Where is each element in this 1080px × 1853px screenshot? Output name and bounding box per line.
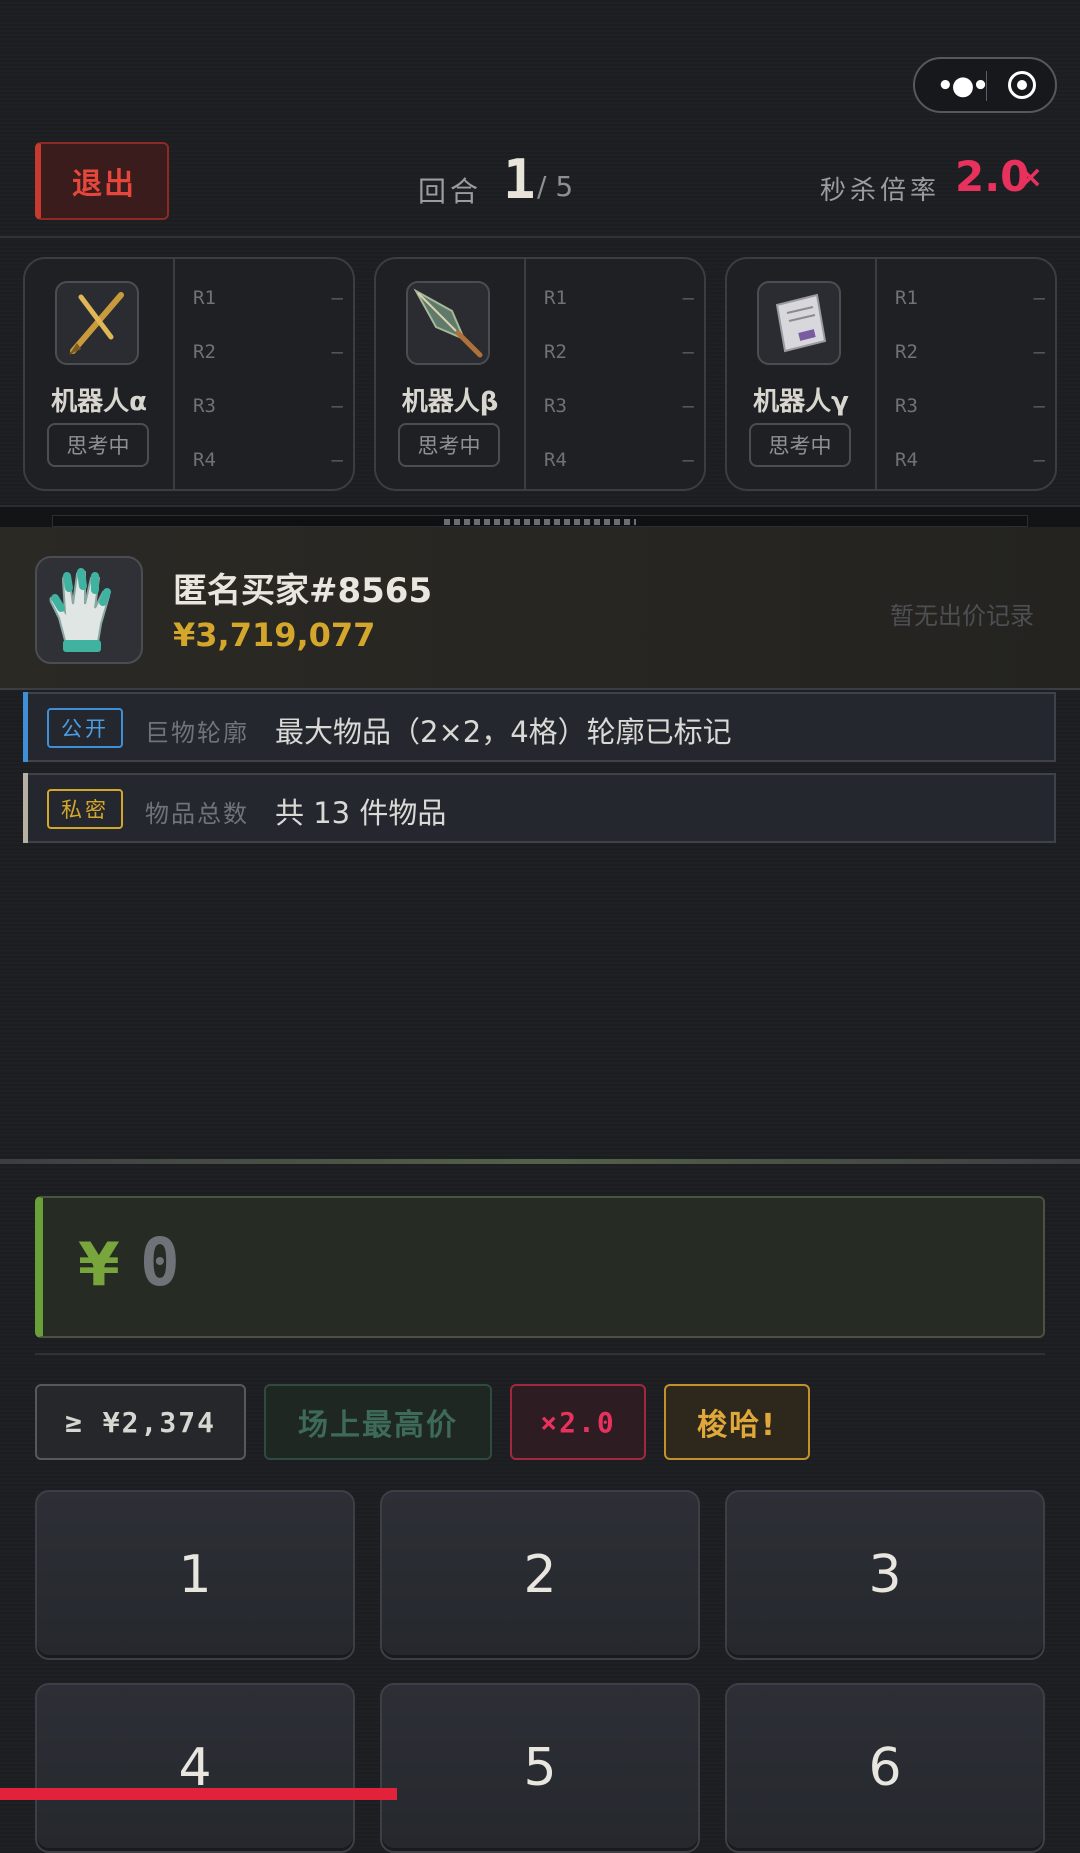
buyer-price: ¥3,719,077	[173, 616, 376, 654]
round-row: R2—	[895, 341, 1045, 363]
more-dots-icon[interactable]: •●•	[937, 73, 989, 99]
key-5[interactable]: 5	[380, 1683, 700, 1853]
robot-status: 思考中	[398, 423, 500, 467]
info-text: 共 13 件物品	[275, 796, 447, 830]
key-1[interactable]: 1	[35, 1490, 355, 1660]
info-row-private: 私密 物品总数 共 13 件物品	[23, 773, 1056, 843]
round-row: R3—	[895, 395, 1045, 417]
round-total: / 5	[537, 170, 574, 203]
round-row: R3—	[544, 395, 694, 417]
fountain-pen-icon	[55, 281, 139, 365]
glove-icon	[35, 556, 143, 664]
top-price-button[interactable]: 场上最高价	[264, 1384, 492, 1460]
robot-status: 思考中	[47, 423, 149, 467]
section-divider	[0, 1159, 1080, 1164]
min-bid-chip[interactable]: ≥ ¥2,374	[35, 1384, 246, 1460]
key-6[interactable]: 6	[725, 1683, 1045, 1853]
round-current: 1	[503, 148, 536, 211]
drag-handle[interactable]	[444, 519, 636, 525]
mini-program-capsule: •●•	[913, 57, 1057, 113]
info-text: 最大物品（2×2，4格）轮廓已标记	[275, 715, 732, 749]
robot-name: 机器人β	[401, 387, 499, 417]
document-bag-icon	[757, 281, 841, 365]
round-row: R3—	[193, 395, 343, 417]
tag-public: 公开	[47, 708, 123, 748]
currency-symbol: ¥	[78, 1230, 120, 1300]
key-4[interactable]: 4	[35, 1683, 355, 1853]
robot-name: 机器人α	[51, 387, 147, 417]
info-label: 物品总数	[145, 800, 249, 828]
bid-value: 0	[140, 1224, 180, 1301]
header-divider	[0, 236, 1080, 238]
robot-status: 思考中	[749, 423, 851, 467]
round-label: 回合	[418, 175, 483, 208]
tag-private: 私密	[47, 789, 123, 829]
round-row: R2—	[544, 341, 694, 363]
bid-input[interactable]	[35, 1196, 1045, 1338]
round-row: R1—	[544, 287, 694, 309]
round-row: R1—	[895, 287, 1045, 309]
target-icon[interactable]	[1008, 71, 1036, 99]
buyer-name: 匿名买家#8565	[173, 571, 433, 611]
round-row: R1—	[193, 287, 343, 309]
robot-card-alpha: 机器人α 思考中 R1— R2— R3— R4—	[23, 257, 355, 491]
multiplier-button[interactable]: ×2.0	[510, 1384, 646, 1460]
round-row: R4—	[544, 449, 694, 471]
input-divider	[35, 1353, 1045, 1355]
key-2[interactable]: 2	[380, 1490, 700, 1660]
round-row: R2—	[193, 341, 343, 363]
spearhead-icon	[406, 281, 490, 365]
round-row: R4—	[895, 449, 1045, 471]
timer-bar	[0, 1788, 397, 1800]
round-row: R4—	[193, 449, 343, 471]
exit-button[interactable]: 退出	[35, 142, 169, 220]
info-row-public: 公开 巨物轮廓 最大物品（2×2，4格）轮廓已标记	[23, 692, 1056, 762]
robot-card-gamma: 机器人γ 思考中 R1— R2— R3— R4—	[725, 257, 1057, 491]
all-in-button[interactable]: 梭哈!	[664, 1384, 810, 1460]
robot-name: 机器人γ	[753, 387, 849, 417]
info-label: 巨物轮廓	[145, 719, 249, 747]
capsule-divider	[986, 71, 987, 101]
key-3[interactable]: 3	[725, 1490, 1045, 1660]
rate-label: 秒杀倍率	[820, 176, 941, 206]
no-bid-record: 暂无出价记录	[890, 602, 1034, 630]
rate-suffix: ×	[1018, 160, 1044, 195]
robot-card-beta: 机器人β 思考中 R1— R2— R3— R4—	[374, 257, 706, 491]
